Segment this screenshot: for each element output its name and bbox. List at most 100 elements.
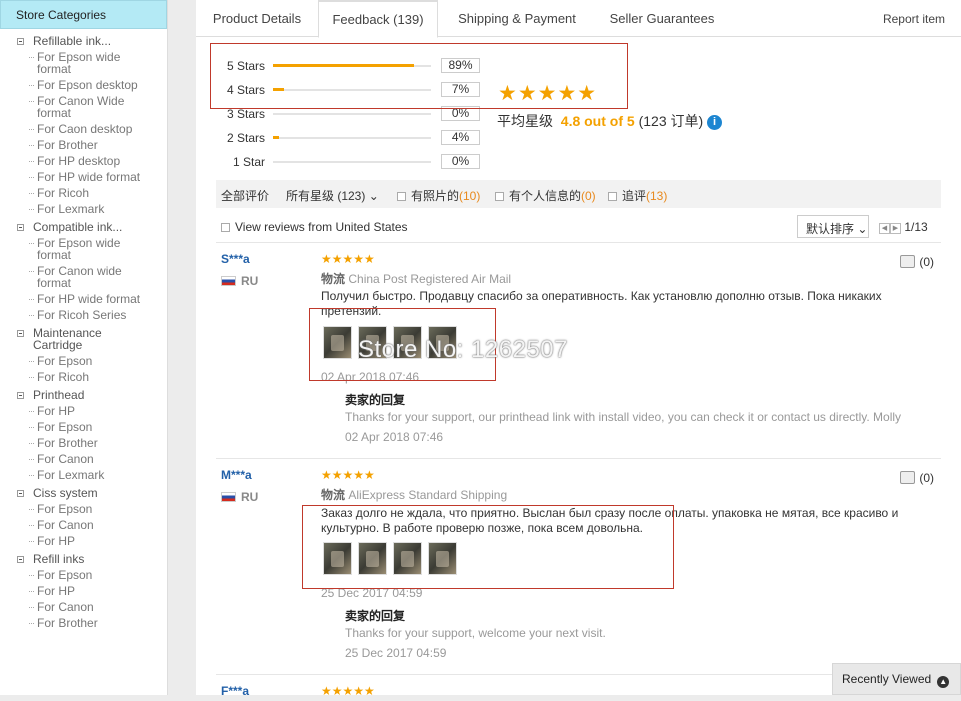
collapse-icon[interactable]: [17, 556, 24, 563]
sidebar-subcategory[interactable]: For HP desktop: [0, 155, 167, 167]
sidebar-category-label: Compatible ink...: [33, 220, 123, 234]
sidebar-subcategory-label: format: [37, 106, 72, 120]
divider: [216, 242, 941, 243]
sidebar-group: Compatible ink... For Epson wide format For…: [0, 221, 167, 321]
filter-all[interactable]: 全部评价: [221, 187, 269, 204]
sidebar-category[interactable]: Ciss system: [0, 487, 167, 499]
sidebar-subcategory[interactable]: For HP wide format: [0, 171, 167, 183]
store-watermark: Store No: 1262507: [358, 336, 568, 363]
sidebar-subcategory[interactable]: For Epson wide format: [0, 51, 167, 75]
reviewer-name[interactable]: M***a: [221, 468, 252, 482]
sidebar-group: Maintenance Cartridge For Epson For Ricoh: [0, 327, 167, 383]
review-stars-icon: ★★★★★: [321, 252, 375, 266]
sidebar-subcategory[interactable]: For Brother: [0, 617, 167, 629]
info-icon[interactable]: i: [707, 114, 723, 130]
sort-dropdown[interactable]: 默认排序 ⌄: [797, 215, 869, 238]
sidebar-subcategory[interactable]: For HP: [0, 535, 167, 547]
rating-percent: 0%: [441, 154, 480, 169]
seller-reply-title: 卖家的回复: [345, 609, 406, 623]
collapse-icon[interactable]: [17, 392, 24, 399]
sidebar-subcategory[interactable]: For Epson: [0, 503, 167, 515]
tab-product-details[interactable]: Product Details: [196, 0, 318, 38]
helpful-button[interactable]: (0): [900, 471, 934, 485]
sidebar-subcategory-label: For HP: [37, 534, 76, 548]
sidebar-subcategory[interactable]: For Canon Wide format: [0, 95, 167, 119]
reviewer-name[interactable]: S***a: [221, 252, 250, 266]
sidebar-subcategory[interactable]: For Epson desktop: [0, 79, 167, 91]
sidebar-subcategory[interactable]: For HP wide format: [0, 293, 167, 305]
sidebar-subcategory[interactable]: For Epson: [0, 569, 167, 581]
sidebar-subcategory-label: For HP: [37, 584, 76, 598]
store-categories-sidebar: Store Categories Refillable ink... For Ep…: [0, 0, 168, 695]
sidebar-subcategory[interactable]: For HP: [0, 585, 167, 597]
collapse-icon[interactable]: [17, 490, 24, 497]
sidebar-group: Refillable ink... For Epson wide format For…: [0, 35, 167, 215]
sidebar-subcategory[interactable]: For Epson wide format: [0, 237, 167, 261]
sidebar-subcategory[interactable]: For Brother: [0, 437, 167, 449]
shipping-method: 物流 China Post Registered Air Mail: [321, 272, 512, 286]
view-us-reviews[interactable]: View reviews from United States: [221, 220, 408, 234]
helpful-button[interactable]: (0): [900, 255, 934, 269]
rating-label: 3 Stars: [226, 107, 265, 121]
rating-bar: [273, 113, 431, 115]
sidebar-title: Store Categories: [0, 0, 167, 29]
rating-bar: [273, 161, 431, 163]
filter-stars-dropdown[interactable]: 所有星级 (123) ⌄: [286, 187, 379, 204]
collapse-icon[interactable]: [17, 38, 24, 45]
shipping-method: 物流 AliExpress Standard Shipping: [321, 488, 508, 502]
sidebar-subcategory[interactable]: For Lexmark: [0, 203, 167, 215]
rating-label: 1 Star: [232, 155, 265, 169]
sidebar-subcategory[interactable]: For Epson: [0, 355, 167, 367]
reviewer-name[interactable]: F***a: [221, 684, 249, 695]
sidebar-subcategory[interactable]: For Canon: [0, 453, 167, 465]
sidebar-subcategory[interactable]: For Lexmark: [0, 469, 167, 481]
average-rating: 平均星级 4.8 out of 5 (123 订单) i: [497, 111, 723, 131]
sidebar-subcategory[interactable]: For Ricoh: [0, 371, 167, 383]
review-stars-icon: ★★★★★: [321, 468, 375, 482]
sidebar-subcategory-label: For Epson: [37, 354, 93, 368]
sidebar-group: Printhead For HP For Epson For Brother For C…: [0, 389, 167, 481]
filter-personal-info[interactable]: 有个人信息的(0): [495, 187, 596, 204]
filter-followup[interactable]: 追评(13): [608, 187, 667, 204]
sidebar-subcategory[interactable]: For Canon wide format: [0, 265, 167, 289]
sidebar-subcategory[interactable]: For Epson: [0, 421, 167, 433]
sidebar-category[interactable]: Maintenance Cartridge: [0, 327, 167, 351]
checkbox-icon[interactable]: [221, 223, 230, 232]
seller-reply-date: 25 Dec 2017 04:59: [345, 646, 447, 660]
report-item-link[interactable]: Report item: [883, 12, 945, 26]
sidebar-subcategory-label: For Canon: [37, 518, 94, 532]
collapse-icon[interactable]: [17, 330, 24, 337]
sidebar-subcategory[interactable]: For Canon: [0, 601, 167, 613]
order-count: (123 订单): [638, 113, 704, 129]
sidebar-subcategory[interactable]: For Ricoh Series: [0, 309, 167, 321]
checkbox-icon[interactable]: [495, 192, 504, 201]
sidebar-subcategory-label: For Ricoh Series: [37, 308, 127, 322]
tab-feedback[interactable]: Feedback (139): [318, 0, 438, 38]
prev-page-icon[interactable]: ◀: [879, 223, 890, 234]
sidebar-category[interactable]: Refillable ink...: [0, 35, 167, 47]
sidebar-category-label: Refill inks: [33, 552, 85, 566]
filter-bar: 全部评价 所有星级 (123) ⌄ 有照片的(10) 有个人信息的(0) 追评(…: [216, 180, 941, 208]
tab-seller-guarantees[interactable]: Seller Guarantees: [600, 0, 724, 38]
tab-shipping-payment[interactable]: Shipping & Payment: [446, 0, 588, 38]
sidebar-category-label: Ciss system: [33, 486, 98, 500]
checkbox-icon[interactable]: [608, 192, 617, 201]
checkbox-icon[interactable]: [397, 192, 406, 201]
sidebar-category[interactable]: Compatible ink...: [0, 221, 167, 233]
sidebar-subcategory[interactable]: For Brother: [0, 139, 167, 151]
sidebar-subcategory[interactable]: For HP: [0, 405, 167, 417]
flag-icon: [221, 276, 236, 286]
collapse-icon[interactable]: [17, 224, 24, 231]
sidebar-subcategory[interactable]: For Caon desktop: [0, 123, 167, 135]
recently-viewed-button[interactable]: Recently Viewed ▲: [832, 663, 961, 695]
rating-percent: 4%: [441, 130, 480, 145]
sidebar-subcategory[interactable]: For Canon: [0, 519, 167, 531]
sidebar-category[interactable]: Printhead: [0, 389, 167, 401]
sidebar-subcategory-label: For Canon: [37, 452, 94, 466]
sidebar-group: Refill inks For Epson For HP For Canon For B…: [0, 553, 167, 629]
sidebar-category[interactable]: Refill inks: [0, 553, 167, 565]
next-page-icon[interactable]: ▶: [890, 223, 901, 234]
flag-icon: [221, 492, 236, 502]
filter-photos[interactable]: 有照片的(10): [397, 187, 480, 204]
sidebar-subcategory[interactable]: For Ricoh: [0, 187, 167, 199]
